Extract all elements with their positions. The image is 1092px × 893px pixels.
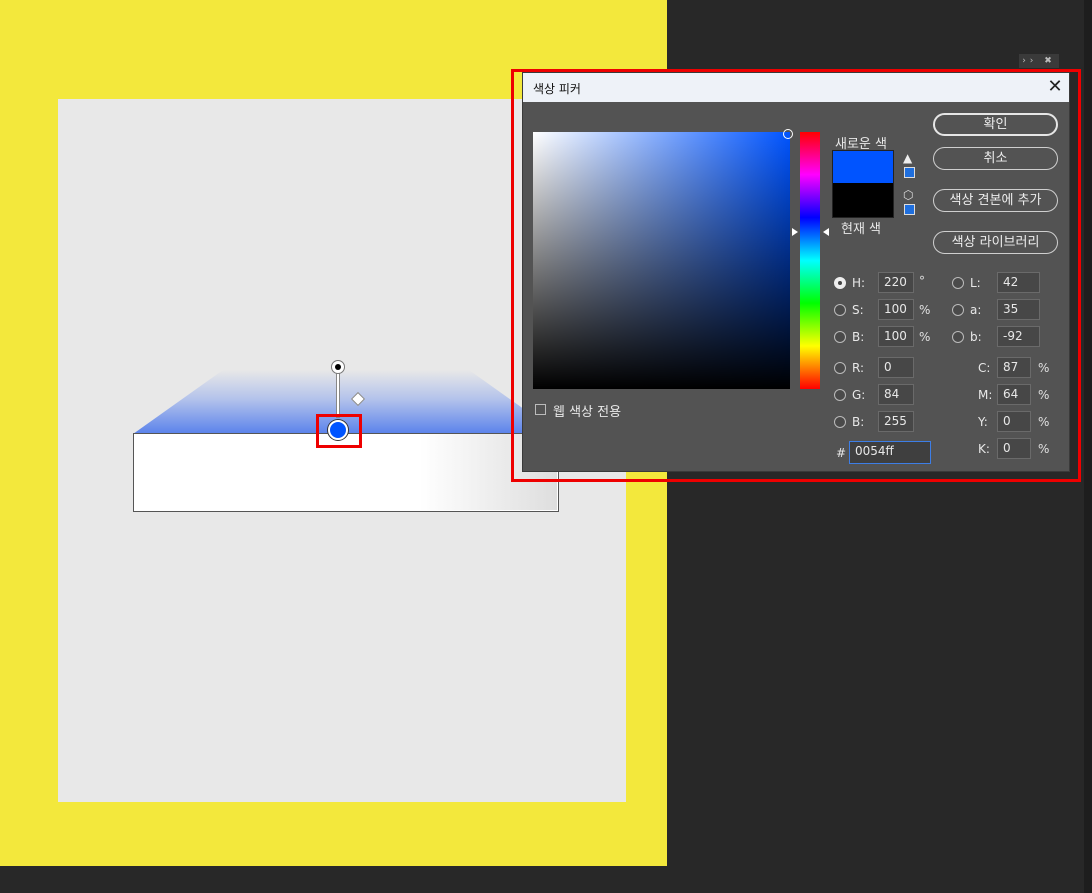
panel-collapse-controls[interactable]: ›› ✖ <box>1019 54 1059 68</box>
highlight-box-color-stop <box>316 414 362 448</box>
gradient-handle-line[interactable] <box>336 368 340 418</box>
highlight-box-dialog <box>511 69 1081 482</box>
gradient-start-handle[interactable] <box>331 360 345 374</box>
workspace-edge <box>1084 0 1092 893</box>
